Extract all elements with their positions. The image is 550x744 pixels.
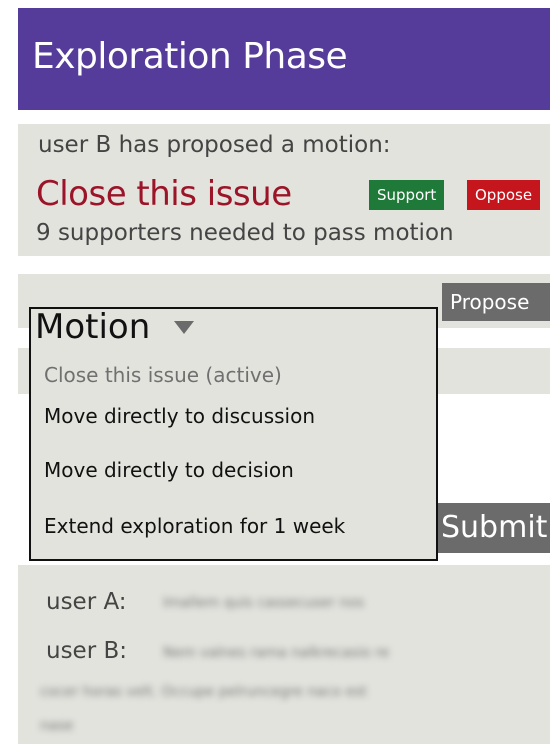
motion-option-close-issue[interactable]: Close this issue (active) [44, 363, 282, 387]
oppose-button[interactable]: Oppose [467, 180, 541, 210]
propose-button[interactable]: Propose [442, 283, 550, 321]
supporters-needed-text: 9 supporters needed to pass motion [36, 220, 454, 246]
motion-dropdown[interactable]: Motion Close this issue (active) Move di… [29, 307, 438, 561]
caret-down-icon[interactable] [174, 321, 194, 334]
comment-text: cocer horas velt. Occupe pelruncegre nac… [40, 684, 367, 700]
motion-dropdown-label[interactable]: Motion [35, 309, 150, 347]
submit-button[interactable]: Submit [435, 503, 550, 553]
comment-author: user A: [46, 589, 127, 615]
motion-title: Close this issue [36, 174, 292, 214]
motion-proposer-text: user B has proposed a motion: [38, 132, 391, 158]
comments-panel: user A: Imallem quis cassecuser nos user… [18, 565, 550, 744]
comment-text: Imallem quis cassecuser nos [163, 595, 365, 611]
phase-header: Exploration Phase [18, 8, 550, 110]
motion-option-decision[interactable]: Move directly to decision [44, 458, 294, 482]
motion-option-discussion[interactable]: Move directly to discussion [44, 404, 315, 428]
comment-text: nase [40, 718, 74, 734]
comment-text: Nem valnes rama nalkrecasio re [163, 645, 390, 661]
motion-panel: user B has proposed a motion: Close this… [18, 124, 550, 256]
motion-option-extend[interactable]: Extend exploration for 1 week [44, 514, 345, 538]
support-button[interactable]: Support [369, 180, 445, 210]
comment-author: user B: [46, 638, 128, 664]
page-title: Exploration Phase [32, 36, 348, 77]
